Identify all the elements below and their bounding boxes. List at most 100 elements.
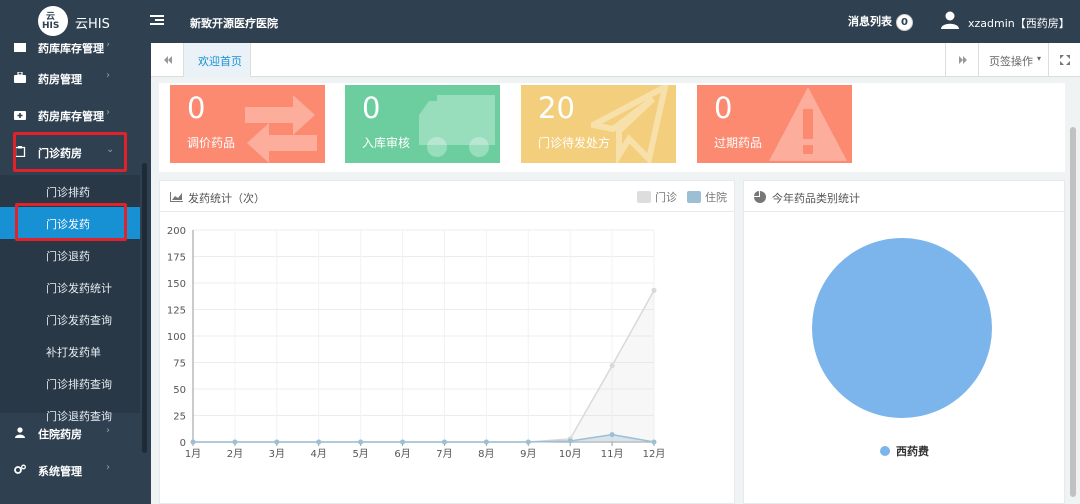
pie-chart-icon <box>754 191 766 203</box>
messages-button[interactable]: 消息列表 0 <box>848 13 913 31</box>
x-tick-label: 7月 <box>436 448 452 460</box>
fullscreen-button[interactable] <box>1048 43 1080 77</box>
stat-card-pending-prescriptions[interactable]: 20 门诊待发处方 <box>521 85 676 163</box>
x-tick-label: 8月 <box>478 448 494 460</box>
warehouse-icon <box>14 43 26 52</box>
stat-card-stock-in-review[interactable]: 0 入库审核 <box>345 85 500 163</box>
sidebar-subitem-prep-query[interactable]: 门诊排药查询 <box>0 367 140 399</box>
content-scrollbar[interactable] <box>1069 83 1077 504</box>
stat-card-expired-drugs[interactable]: 0 过期药品 <box>697 85 852 163</box>
y-tick-label: 100 <box>167 332 186 343</box>
app-logo: 云 HIS <box>38 6 68 36</box>
data-point <box>567 438 573 444</box>
x-tick-label: 10月 <box>559 448 582 460</box>
gears-icon <box>14 464 26 474</box>
data-point <box>651 439 657 445</box>
user-icon[interactable] <box>941 11 959 29</box>
messages-count-badge: 0 <box>896 14 913 31</box>
y-tick-label: 75 <box>173 359 186 370</box>
menu-toggle-icon[interactable] <box>150 13 164 27</box>
app-name: 云HIS <box>75 17 110 32</box>
series-area-0 <box>193 290 654 442</box>
pie-slice-0 <box>812 238 992 418</box>
sidebar-scrollbar[interactable] <box>142 163 147 453</box>
x-tick-label: 11月 <box>601 448 624 460</box>
tab-bar: 欢迎首页 页签操作 ▾ <box>151 43 1080 77</box>
chevron-right-icon: › <box>106 43 110 50</box>
legend-dot-icon <box>880 446 890 456</box>
legend-item-inpatient[interactable]: 住院 <box>687 189 727 205</box>
data-point <box>274 439 280 445</box>
panel-header: 发药统计（次） 门诊 住院 <box>160 181 734 212</box>
legend-item-outpatient[interactable]: 门诊 <box>637 189 677 205</box>
y-tick-label: 200 <box>167 226 186 237</box>
x-tick-label: 6月 <box>394 448 410 460</box>
y-tick-label: 25 <box>173 412 186 423</box>
user-menu[interactable]: xzadmin【西药房】 <box>968 15 1070 31</box>
sidebar-item-system-mgmt[interactable]: 系统管理 › <box>0 451 151 488</box>
messages-label: 消息列表 <box>848 15 892 28</box>
sidebar-item-inpatient-pharmacy[interactable]: 住院药房 › <box>0 414 151 451</box>
drug-category-panel: 今年药品类别统计 西药费 <box>743 180 1065 504</box>
caret-down-icon: ▾ <box>1037 54 1042 63</box>
sidebar-subitem-reprint[interactable]: 补打发药单 <box>0 335 140 367</box>
data-point <box>400 439 406 445</box>
sidebar-item-pharmacy-mgmt[interactable]: 药房管理 › <box>0 59 151 96</box>
chevron-right-icon: › <box>106 70 110 81</box>
data-point <box>232 439 238 445</box>
y-tick-label: 175 <box>167 253 186 264</box>
highlight-box-dispense <box>15 203 127 241</box>
data-point <box>441 439 447 445</box>
tab-scroll-left-button[interactable] <box>151 43 184 77</box>
data-point <box>483 439 489 445</box>
content-area: 0 调价药品 0 入库审核 20 门诊待发处方 0 过期药品 发药统计（次） 门… <box>159 83 1076 504</box>
data-point <box>609 432 615 438</box>
main-area: 欢迎首页 页签操作 ▾ 0 调价药品 0 入库审核 20 门诊待发处方 0 过期… <box>151 43 1080 504</box>
stats-panel: 0 调价药品 0 入库审核 20 门诊待发处方 0 过期药品 <box>159 83 1065 172</box>
briefcase-icon <box>14 72 26 83</box>
user-md-icon <box>15 427 25 438</box>
chevron-right-icon: › <box>106 462 110 473</box>
panel-header: 今年药品类别统计 <box>744 181 1064 212</box>
data-point <box>525 439 531 445</box>
paper-plane-icon <box>591 85 669 163</box>
data-point <box>190 439 196 445</box>
tab-options-dropdown[interactable]: 页签操作 ▾ <box>978 43 1048 77</box>
x-tick-label: 9月 <box>520 448 536 460</box>
tab-scroll-right-button[interactable] <box>945 43 978 77</box>
chevron-right-icon: › <box>106 107 110 118</box>
x-tick-label: 12月 <box>643 448 666 460</box>
tab-welcome[interactable]: 欢迎首页 <box>184 43 251 77</box>
y-tick-label: 150 <box>167 279 186 290</box>
panel-title: 今年药品类别统计 <box>772 192 860 205</box>
sidebar-item-pharmacy-stock[interactable]: 药房库存管理 › <box>0 96 151 133</box>
warning-icon <box>769 87 847 161</box>
pie-legend-item[interactable]: 西药费 <box>880 443 929 459</box>
chevron-right-icon: › <box>106 425 110 436</box>
stat-card-price-adjust[interactable]: 0 调价药品 <box>170 85 325 163</box>
sidebar: 药库库存管理 › 药房管理 › 药房库存管理 › 门诊药房 ⌄ 门诊排药 门诊发… <box>0 43 151 504</box>
x-tick-label: 2月 <box>227 448 243 460</box>
highlight-box-outpatient <box>13 132 127 172</box>
expand-icon <box>1060 55 1070 65</box>
y-tick-label: 50 <box>173 385 186 396</box>
line-chart: 0 25 50 75 100 125 150 175 200 1月 2月 3月 4月 5月 6月 7月 8月 9月… <box>167 226 666 460</box>
pie-chart <box>812 238 992 418</box>
hospital-name: 新致开源医疗医院 <box>190 17 278 30</box>
sidebar-subitem-dispense-stats[interactable]: 门诊发药统计 <box>0 271 140 303</box>
x-tick-label: 5月 <box>352 448 368 460</box>
sidebar-subitem-return[interactable]: 门诊退药 <box>0 239 140 271</box>
data-point <box>651 287 657 293</box>
exchange-icon <box>245 95 317 163</box>
sidebar-subitem-return-query[interactable]: 门诊退药查询 <box>0 399 140 423</box>
x-tick-label: 3月 <box>269 448 285 460</box>
panel-title: 发药统计（次） <box>188 192 265 205</box>
data-point <box>358 439 364 445</box>
top-navbar: 云 HIS 云HIS 新致开源医疗医院 消息列表 0 xzadmin【西药房】 <box>0 0 1080 43</box>
sidebar-subitem-dispense-query[interactable]: 门诊发药查询 <box>0 303 140 335</box>
y-tick-label: 0 <box>180 438 186 449</box>
truck-icon <box>419 95 495 157</box>
data-point <box>316 439 322 445</box>
x-tick-label: 4月 <box>311 448 327 460</box>
x-tick-label: 1月 <box>185 448 201 460</box>
